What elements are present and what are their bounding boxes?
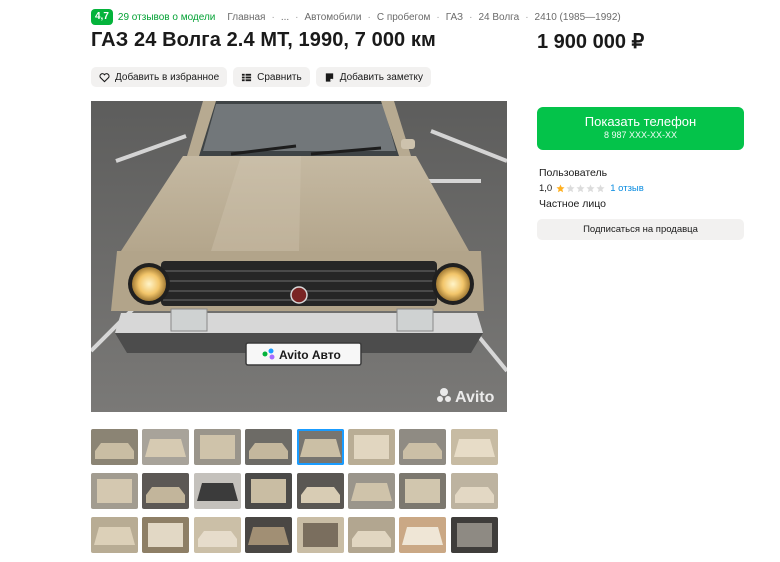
photo-thumbnail[interactable] [245,517,293,553]
model-reviews-link[interactable]: 29 отзывов о модели [118,12,216,23]
breadcrumb-brand[interactable]: ГАЗ [446,12,463,23]
star-empty-icon [586,184,595,193]
photo-thumbnail[interactable] [142,473,190,509]
breadcrumb-used[interactable]: С пробегом [377,12,431,23]
compare-icon [242,73,252,81]
thumbnail-image [193,429,241,465]
photo-thumbnail[interactable] [450,429,498,465]
photo-thumbnail[interactable] [193,517,241,553]
thumbnail-image [91,429,138,465]
seller-rating-value: 1,0 [539,183,553,194]
photo-thumbnail[interactable] [296,473,344,509]
thumbnail-image [450,473,498,509]
compare-button[interactable]: Сравнить [233,67,310,87]
thumbnail-image [399,473,447,509]
show-phone-button[interactable]: Показать телефон 8 987 XXX-XX-XX [537,107,744,150]
breadcrumb-separator: · [295,11,299,23]
photo-thumbnail[interactable] [296,429,344,465]
main-photo[interactable]: Avito Авто Avito [91,101,507,412]
star-filled-icon [556,184,565,193]
thumbnail-image [245,517,293,553]
heart-icon [99,72,110,82]
photo-thumbnail[interactable] [450,473,498,509]
breadcrumb: Главная · ... · Автомобили · С пробегом … [227,12,620,23]
photo-thumbnail[interactable] [245,473,293,509]
thumbnail-image [245,473,293,509]
seller-rating: 1,0 1 отзыв [539,183,644,194]
photo-thumbnail[interactable] [399,473,447,509]
thumbnail-image [296,517,344,553]
breadcrumb-cars[interactable]: Автомобили [305,12,362,23]
thumbnail-image [245,429,293,465]
star-empty-icon [566,184,575,193]
breadcrumb-separator: · [367,11,371,23]
breadcrumb-separator: · [525,11,529,23]
thumbnail-image [399,517,447,553]
add-to-favorites-label: Добавить в избранное [115,71,220,83]
photo-thumbnail[interactable] [91,429,138,465]
star-empty-icon [576,184,585,193]
note-icon [325,72,333,82]
photo-thumbnail[interactable] [399,517,447,553]
photo-thumbnail[interactable] [296,517,344,553]
breadcrumb-generation[interactable]: 2410 (1985—1992) [535,12,621,23]
photo-thumbnail[interactable] [193,473,241,509]
thumbnail-image [193,473,241,509]
thumbnail-image [193,517,241,553]
model-rating-badge: 4,7 [91,9,113,25]
add-note-button[interactable]: Добавить заметку [315,67,431,87]
thumbnail-image [296,473,344,509]
add-to-favorites-button[interactable]: Добавить в избранное [91,67,228,87]
plate-text: Avito Авто [279,348,341,362]
thumbnail-image [399,429,447,465]
seller-rating-stars [556,184,606,193]
thumbnail-image [450,517,498,553]
thumbnail-image [347,473,395,509]
photo-thumbnail[interactable] [142,429,190,465]
listing-title: ГАЗ 24 Волга 2.4 MT, 1990, 7 000 км [91,29,436,51]
breadcrumb-separator: · [469,11,473,23]
breadcrumb-ellipsis[interactable]: ... [281,12,289,23]
photo-thumbnail[interactable] [193,429,241,465]
thumbnail-image [296,429,344,465]
star-empty-icon [596,184,605,193]
listing-actions: Добавить в избранное Сравнить Добавить з… [91,67,431,87]
photo-thumbnail[interactable] [347,429,395,465]
thumbnail-image [91,517,138,553]
photo-thumbnail[interactable] [399,429,447,465]
photo-thumbnails [91,429,507,553]
thumbnail-image [450,429,498,465]
photo-thumbnail[interactable] [91,517,138,553]
subscribe-seller-button[interactable]: Подписаться на продавца [537,219,744,240]
breadcrumb-separator: · [436,11,440,23]
breadcrumb-home[interactable]: Главная [227,12,265,23]
thumbnail-image [347,429,395,465]
photo-thumbnail[interactable] [91,473,138,509]
compare-label: Сравнить [257,71,302,83]
thumbnail-image [347,517,395,553]
breadcrumb-separator: · [271,11,275,23]
top-line: 4,7 29 отзывов о модели Главная · ... · … [91,9,621,25]
add-note-label: Добавить заметку [339,71,423,83]
photo-thumbnail[interactable] [347,473,395,509]
photo-thumbnail[interactable] [245,429,293,465]
thumbnail-image [91,473,138,509]
seller-type: Частное лицо [539,198,607,210]
breadcrumb-model[interactable]: 24 Волга [478,12,519,23]
photo-thumbnail[interactable] [450,517,498,553]
seller-info: Пользователь 1,0 1 отзыв Частное лицо [539,167,644,210]
thumbnail-image [142,473,190,509]
show-phone-label: Показать телефон [584,114,697,129]
thumbnail-image [142,429,190,465]
car-photo-image: Avito Авто Avito [91,101,507,412]
seller-reviews-link[interactable]: 1 отзыв [610,183,644,194]
watermark-text: Avito [455,389,495,406]
seller-name[interactable]: Пользователь [539,167,644,179]
photo-thumbnail[interactable] [142,517,190,553]
thumbnail-image [142,517,190,553]
photo-thumbnail[interactable] [347,517,395,553]
phone-masked: 8 987 XXX-XX-XX [603,130,678,140]
listing-price: 1 900 000 ₽ [537,31,645,53]
